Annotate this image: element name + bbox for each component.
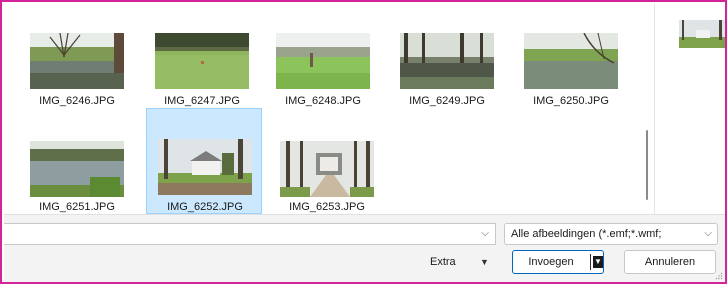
chevron-down-icon: ⌵ — [704, 228, 712, 239]
file-name: IMG_6250.JPG — [533, 95, 609, 107]
file-item-img-6249[interactable]: IMG_6249.JPG — [388, 6, 504, 110]
thumbnail-image — [155, 33, 249, 89]
thumbnail-image — [30, 33, 124, 89]
file-item-img-6253[interactable]: IMG_6253.JPG — [268, 110, 384, 214]
triangle-down-icon[interactable]: ▼ — [593, 256, 603, 268]
thumbnail-image — [524, 33, 618, 89]
file-item-img-6248[interactable]: IMG_6248.JPG — [264, 6, 380, 110]
file-type-dropdown[interactable]: Alle afbeeldingen (*.emf;*.wmf; ⌵ — [504, 223, 718, 245]
file-type-label: Alle afbeeldingen (*.emf;*.wmf; — [511, 228, 662, 240]
extra-label: Extra — [430, 256, 456, 268]
preview-thumbnail — [679, 20, 725, 48]
thumbnail-image — [276, 33, 370, 89]
split-divider — [590, 254, 591, 270]
thumbnail-image — [158, 139, 252, 195]
chevron-down-icon[interactable]: ⌵ — [481, 228, 489, 239]
file-grid: IMG_6246.JPG IMG_6247.JPG IMG_6248.JPG I… — [4, 4, 654, 214]
file-item-img-6251[interactable]: IMG_6251.JPG — [18, 110, 134, 214]
file-name-input[interactable]: ⌵ — [4, 223, 496, 245]
file-item-img-6246[interactable]: IMG_6246.JPG — [18, 6, 134, 110]
vertical-scrollbar[interactable] — [642, 4, 650, 212]
insert-label: Invoegen — [528, 256, 574, 268]
file-name: IMG_6251.JPG — [39, 201, 115, 213]
thumbnail-image — [30, 141, 124, 197]
file-name: IMG_6253.JPG — [289, 201, 365, 213]
triangle-down-icon: ▼ — [480, 257, 489, 267]
file-name: IMG_6252.JPG — [167, 201, 243, 213]
resize-grip-icon[interactable] — [715, 272, 723, 280]
scrollbar-thumb[interactable] — [646, 130, 648, 200]
file-name: IMG_6246.JPG — [39, 95, 115, 107]
preview-pane — [654, 4, 725, 214]
file-item-img-6247[interactable]: IMG_6247.JPG — [143, 6, 259, 110]
thumbnail-image — [400, 33, 494, 89]
file-item-img-6252[interactable]: IMG_6252.JPG — [146, 108, 262, 214]
dialog-footer: ⌵ Alle afbeeldingen (*.emf;*.wmf; ⌵ Extr… — [4, 214, 725, 282]
insert-picture-dialog: IMG_6246.JPG IMG_6247.JPG IMG_6248.JPG I… — [0, 0, 727, 284]
cancel-button[interactable]: Annuleren — [624, 250, 716, 274]
file-item-img-6250[interactable]: IMG_6250.JPG — [512, 6, 628, 110]
file-name: IMG_6248.JPG — [285, 95, 361, 107]
file-name: IMG_6249.JPG — [409, 95, 485, 107]
file-name: IMG_6247.JPG — [164, 95, 240, 107]
thumbnail-image — [280, 141, 374, 197]
insert-button[interactable]: Invoegen ▼ — [512, 250, 604, 274]
extra-menu-button[interactable]: Extra ▼ — [430, 251, 489, 273]
